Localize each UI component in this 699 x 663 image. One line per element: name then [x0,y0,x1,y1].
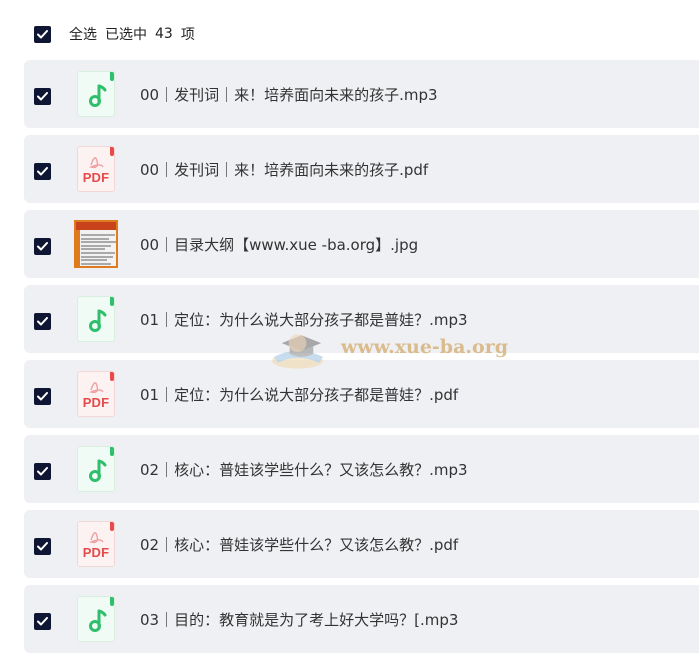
checkmark-icon [37,167,48,176]
checkmark-icon [37,542,48,551]
file-row[interactable]: PDF 02｜核心：普娃该学些什么？又该怎么教？.pdf [24,510,699,578]
file-name: 00｜目录大纲【www.xue -ba.org】.jpg [140,236,419,254]
music-note-icon [89,84,107,107]
checkmark-icon [37,92,48,101]
file-checkbox[interactable] [34,613,51,630]
pdf-label: PDF [82,395,110,410]
pdf-label: PDF [82,170,110,185]
file-row[interactable]: PDF 00｜发刊词｜来！培养面向未来的孩子.pdf [24,135,699,203]
file-row[interactable]: 03｜目的：教育就是为了考上好大学吗？[.mp3 [24,585,699,653]
file-name: 00｜发刊词｜来！培养面向未来的孩子.pdf [140,161,429,179]
file-thumbnail [74,70,118,118]
selection-summary: 全选 已选中 43 项 [69,24,203,44]
music-note-icon [89,459,107,482]
watermark: www.xue-ba.org [268,322,508,372]
file-name: 02｜核心：普娃该学些什么？又该怎么教？.pdf [140,536,459,554]
image-thumbnail-icon [74,220,118,268]
checkmark-icon [37,317,48,326]
file-thumbnail: PDF [74,520,118,568]
file-thumbnail [74,595,118,643]
audio-file-icon [77,296,115,342]
file-row[interactable]: 00｜发刊词｜来！培养面向未来的孩子.mp3 [24,60,699,128]
file-thumbnail [74,445,118,493]
file-row[interactable]: 00｜目录大纲【www.xue -ba.org】.jpg [24,210,699,278]
checkmark-icon [37,617,48,626]
graduation-cap-logo-icon [271,334,324,369]
audio-file-icon [77,596,115,642]
checkmark-icon [37,392,48,401]
file-thumbnail [74,220,118,268]
selection-header: 全选 已选中 43 项 [34,24,203,44]
file-checkbox[interactable] [34,88,51,105]
pdf-file-icon: PDF [77,521,115,567]
file-checkbox[interactable] [34,538,51,555]
items-unit: 项 [180,27,195,43]
file-thumbnail [74,295,118,343]
pdf-file-icon: PDF [77,371,115,417]
select-all-label[interactable]: 全选 [69,24,97,44]
file-name: 03｜目的：教育就是为了考上好大学吗？[.mp3 [140,611,459,629]
watermark-text: www.xue-ba.org [340,336,508,358]
music-note-icon [89,609,107,632]
music-note-icon [89,309,107,332]
file-name: 01｜定位：为什么说大部分孩子都是普娃？.pdf [140,386,459,404]
file-thumbnail: PDF [74,145,118,193]
selected-label: 已选中 [105,27,147,43]
file-checkbox[interactable] [34,388,51,405]
pdf-label: PDF [82,545,110,560]
selected-count: 43 [155,26,173,42]
audio-file-icon [77,71,115,117]
file-checkbox[interactable] [34,463,51,480]
checkmark-icon [37,29,48,38]
audio-file-icon [77,446,115,492]
file-name: 00｜发刊词｜来！培养面向未来的孩子.mp3 [140,86,438,104]
pdf-file-icon: PDF [77,146,115,192]
file-thumbnail: PDF [74,370,118,418]
select-all-checkbox[interactable] [34,25,51,43]
file-name: 02｜核心：普娃该学些什么？又该怎么教？.mp3 [140,461,468,479]
file-checkbox[interactable] [34,238,51,255]
file-checkbox[interactable] [34,313,51,330]
file-row[interactable]: 02｜核心：普娃该学些什么？又该怎么教？.mp3 [24,435,699,503]
file-selection-page: 全选 已选中 43 项 00｜发刊词｜来！培养面向未来的孩子.mp3 PDF 0… [0,0,699,663]
file-checkbox[interactable] [34,163,51,180]
checkmark-icon [37,467,48,476]
checkmark-icon [37,242,48,251]
